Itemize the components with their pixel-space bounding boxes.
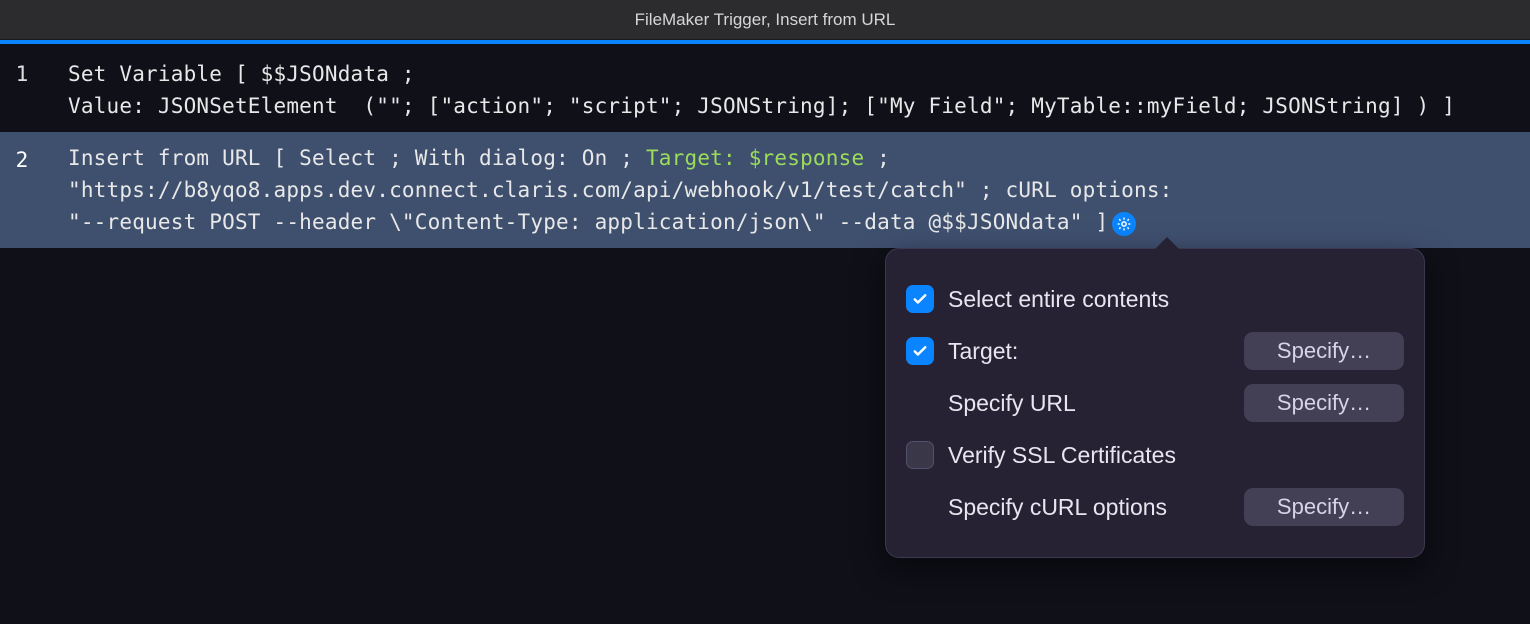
script-step-code: Insert from URL [ Select ; With dialog: … bbox=[44, 138, 1530, 242]
option-label: Verify SSL Certificates bbox=[948, 442, 1404, 469]
line-number: 1 bbox=[0, 54, 44, 90]
target-highlight: Target: $response bbox=[646, 146, 864, 170]
window-titlebar: FileMaker Trigger, Insert from URL bbox=[0, 0, 1530, 40]
check-icon bbox=[911, 290, 929, 308]
specify-curl-button[interactable]: Specify… bbox=[1244, 488, 1404, 526]
option-label: Select entire contents bbox=[948, 286, 1404, 313]
specify-target-button[interactable]: Specify… bbox=[1244, 332, 1404, 370]
option-row-verify-ssl: Verify SSL Certificates bbox=[906, 431, 1404, 479]
script-step-code: Set Variable [ $$JSONdata ; Value: JSONS… bbox=[44, 54, 1530, 126]
specify-url-button[interactable]: Specify… bbox=[1244, 384, 1404, 422]
option-label: Specify cURL options bbox=[948, 494, 1230, 521]
option-row-specify-curl: Specify cURL options Specify… bbox=[906, 483, 1404, 531]
checkbox-select-contents[interactable] bbox=[906, 285, 934, 313]
option-label: Specify URL bbox=[948, 390, 1230, 417]
window-title: FileMaker Trigger, Insert from URL bbox=[635, 10, 896, 30]
script-step-row-selected[interactable]: 2 Insert from URL [ Select ; With dialog… bbox=[0, 132, 1530, 248]
step-options-popover: Select entire contents Target: Specify… … bbox=[885, 248, 1425, 558]
script-step-row[interactable]: 1 Set Variable [ $$JSONdata ; Value: JSO… bbox=[0, 44, 1530, 126]
option-row-specify-url: Specify URL Specify… bbox=[906, 379, 1404, 427]
option-label: Target: bbox=[948, 338, 1230, 365]
script-editor: 1 Set Variable [ $$JSONdata ; Value: JSO… bbox=[0, 44, 1530, 248]
check-icon bbox=[911, 342, 929, 360]
checkbox-verify-ssl[interactable] bbox=[906, 441, 934, 469]
option-row-target: Target: Specify… bbox=[906, 327, 1404, 375]
line-number: 2 bbox=[0, 138, 44, 176]
gear-icon[interactable] bbox=[1112, 212, 1136, 236]
checkbox-target[interactable] bbox=[906, 337, 934, 365]
option-row-select-contents: Select entire contents bbox=[906, 275, 1404, 323]
